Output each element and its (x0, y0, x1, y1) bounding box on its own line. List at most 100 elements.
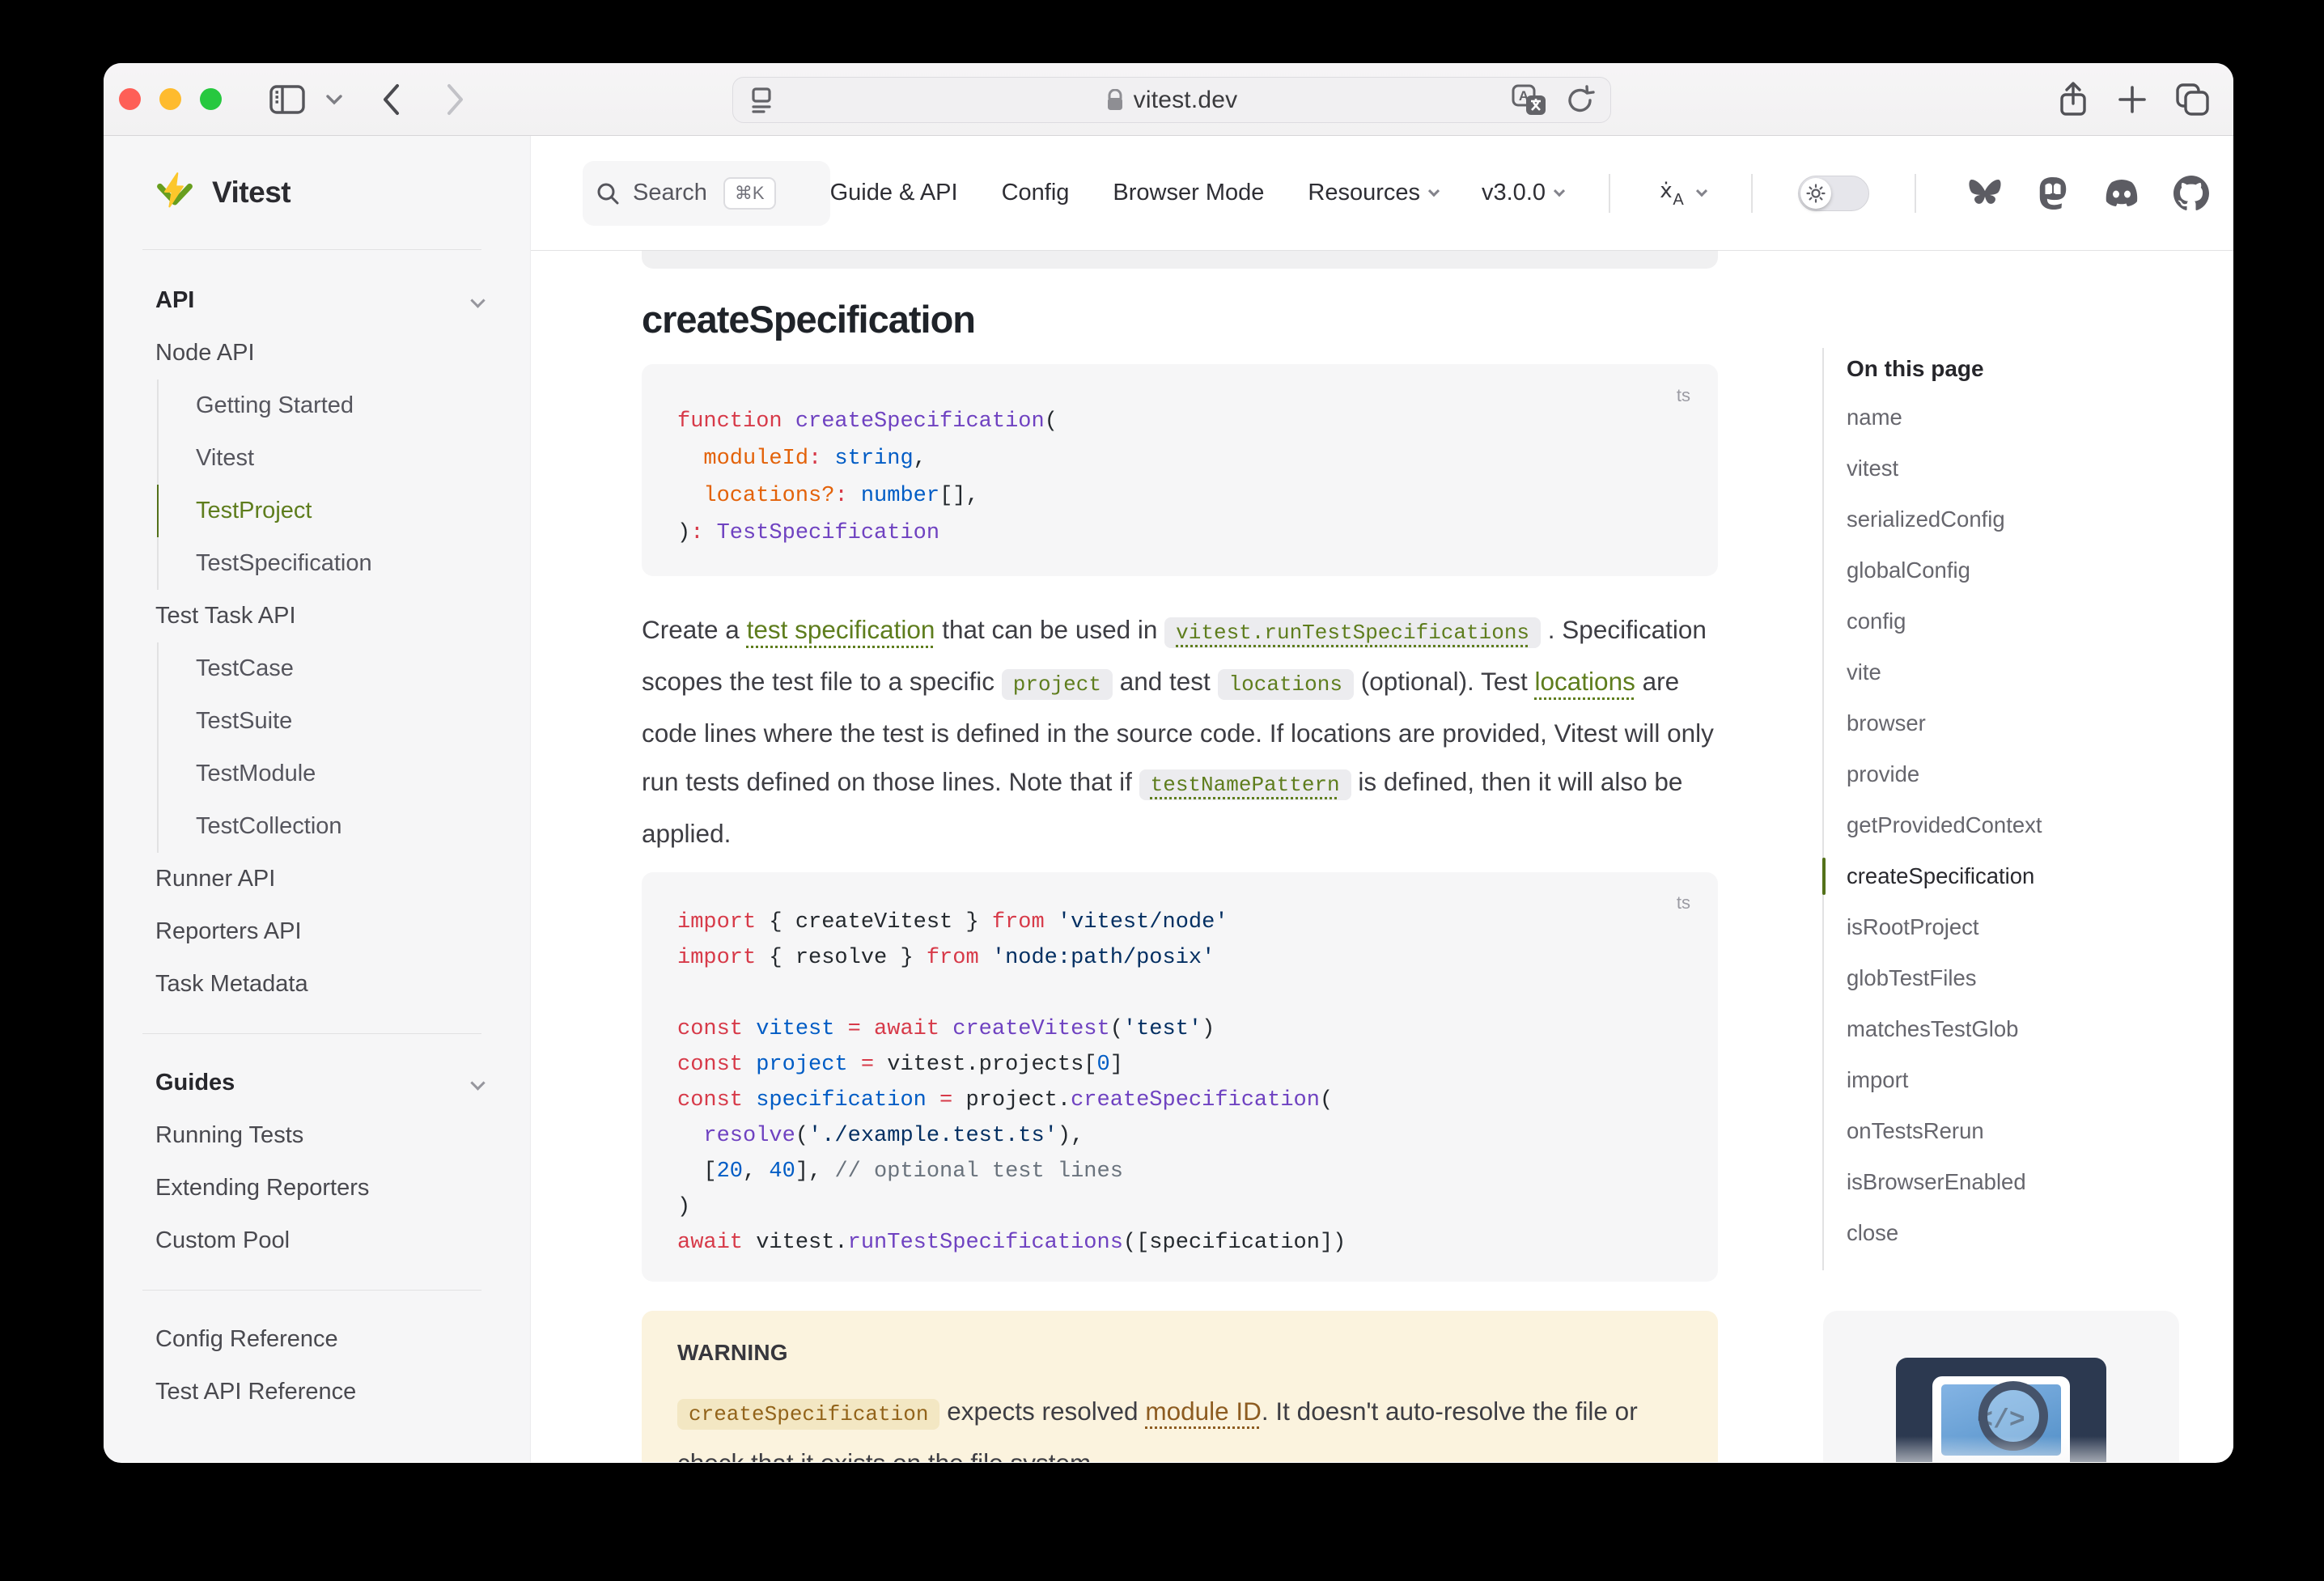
sidebar-item-extending-reporters[interactable]: Extending Reporters (104, 1162, 530, 1214)
outline-item-import[interactable]: import (1822, 1054, 2195, 1105)
sidebar-item-testmodule[interactable]: TestModule (157, 748, 530, 800)
sun-icon (1806, 184, 1826, 203)
outline-item-close[interactable]: close (1822, 1207, 2195, 1258)
sidebar-item-running-tests[interactable]: Running Tests (104, 1109, 530, 1162)
outline-item-serializedconfig[interactable]: serializedConfig (1822, 494, 2195, 545)
code-token: = (848, 1053, 874, 1077)
sidebar-item-getting-started[interactable]: Getting Started (157, 379, 530, 432)
sidebar-item-vitest[interactable]: Vitest (157, 432, 530, 485)
inline-link-test-specification[interactable]: test specification (747, 615, 935, 644)
new-tab-icon[interactable] (2116, 83, 2148, 116)
code-block-signature[interactable]: ts function createSpecification( moduleI… (642, 364, 1718, 576)
sidebar-item-testcollection[interactable]: TestCollection (157, 800, 530, 853)
sidebar-item-testcase[interactable]: TestCase (157, 642, 530, 695)
sidebar-item-testspecification[interactable]: TestSpecification (157, 537, 530, 590)
outline-item-isrootproject[interactable]: isRootProject (1822, 901, 2195, 952)
sidebar-item-testsuite[interactable]: TestSuite (157, 695, 530, 748)
sidebar-toggle-icon[interactable] (269, 83, 306, 116)
sidebar-item-label: Test API Reference (155, 1379, 356, 1405)
lock-icon (1106, 89, 1124, 112)
outline-item-vite[interactable]: vite (1822, 646, 2195, 697)
description-paragraph: Create a test specification that can be … (642, 605, 1718, 858)
outline-item-name[interactable]: name (1822, 392, 2195, 443)
tab-overview-icon[interactable] (2175, 83, 2211, 117)
text-segment: (optional). Test (1354, 667, 1535, 696)
sidebar-item-custom-pool[interactable]: Custom Pool (104, 1214, 530, 1267)
nav-item-resources[interactable]: Resources (1308, 180, 1438, 206)
sidebar-item-test-task-api[interactable]: Test Task API (104, 590, 530, 642)
outline-item-config[interactable]: config (1822, 596, 2195, 646)
outline-panel: On this page namevitestserializedConfigg… (1822, 251, 2195, 1258)
code-token: [], (939, 484, 979, 508)
outline-item-getprovidedcontext[interactable]: getProvidedContext (1822, 799, 2195, 850)
outline-item-createspecification[interactable]: createSpecification (1822, 850, 2195, 901)
page-body: createSpecification ts function createSp… (531, 251, 2233, 1462)
outline-item-isbrowserenabled[interactable]: isBrowserEnabled (1822, 1156, 2195, 1207)
inline-link-locations[interactable]: locations (1535, 667, 1635, 696)
chevron-down-icon[interactable] (325, 94, 343, 105)
outline-item-browser[interactable]: browser (1822, 697, 2195, 748)
zoom-window-button[interactable] (200, 88, 222, 110)
inline-link-vitest-runtestspecifications[interactable]: vitest.runTestSpecifications (1164, 617, 1541, 648)
traffic-lights (119, 88, 222, 110)
nav-item-config[interactable]: Config (1002, 180, 1070, 206)
discord-icon[interactable] (2102, 177, 2141, 210)
code-token: 'vitest/node' (1058, 910, 1228, 935)
outline-item-provide[interactable]: provide (1822, 748, 2195, 799)
nav-item-v3-0-0[interactable]: v3.0.0 (1482, 180, 1563, 206)
sponsor-card[interactable]: </> (1823, 1311, 2179, 1462)
code-token: = (927, 1088, 952, 1113)
sidebar-item-test-api-reference[interactable]: Test API Reference (104, 1366, 530, 1418)
chevron-down-icon (1696, 185, 1707, 197)
code-line: const project = vitest.projects[0] (677, 1047, 1682, 1083)
sidebar-item-testproject[interactable]: TestProject (157, 485, 530, 537)
address-bar[interactable]: vitest.dev A (732, 77, 1611, 123)
reload-icon[interactable] (1565, 84, 1596, 117)
code-token (677, 484, 703, 508)
sidebar-item-config-reference[interactable]: Config Reference (104, 1313, 530, 1366)
translate-icon[interactable]: A (1512, 84, 1547, 117)
sidebar-item-guides[interactable]: Guides (104, 1057, 530, 1109)
mastodon-icon[interactable] (2036, 176, 2070, 211)
github-icon[interactable] (2173, 176, 2209, 211)
code-block-example[interactable]: ts import { createVitest } from 'vitest/… (642, 872, 1718, 1282)
sidebar-item-task-metadata[interactable]: Task Metadata (104, 958, 530, 1011)
code-token: project (743, 1053, 848, 1077)
theme-toggle[interactable] (1798, 176, 1869, 211)
code-token: vitest.projects[ (874, 1053, 1096, 1077)
outline-item-globalconfig[interactable]: globalConfig (1822, 545, 2195, 596)
outline-item-vitest[interactable]: vitest (1822, 443, 2195, 494)
sidebar-item-label: Running Tests (155, 1122, 303, 1148)
outline-item-matchestestglob[interactable]: matchesTestGlob (1822, 1003, 2195, 1054)
sidebar-item-api[interactable]: API (104, 274, 530, 327)
outline-item-ontestsrerun[interactable]: onTestsRerun (1822, 1105, 2195, 1156)
outline-item-globtestfiles[interactable]: globTestFiles (1822, 952, 2195, 1003)
nav-item-guide-api[interactable]: Guide & API (830, 180, 958, 206)
code-token: , (743, 1159, 769, 1184)
code-token: './example.test.ts' (808, 1124, 1058, 1148)
language-menu[interactable]: ẋ A (1656, 177, 1706, 210)
sidebar-item-label: Extending Reporters (155, 1175, 369, 1201)
back-icon[interactable] (380, 83, 401, 117)
nav-item-browser-mode[interactable]: Browser Mode (1113, 180, 1264, 206)
theme-toggle-knob (1800, 178, 1831, 209)
close-window-button[interactable] (119, 88, 141, 110)
sidebar-item-runner-api[interactable]: Runner API (104, 853, 530, 905)
code-token: ( (1110, 1017, 1123, 1041)
inline-link-testnamepattern[interactable]: testNamePattern (1139, 769, 1351, 800)
sidebar-item-label: Custom Pool (155, 1227, 290, 1253)
sidebar-item-reporters-api[interactable]: Reporters API (104, 905, 530, 958)
vitest-logo[interactable]: Vitest (104, 136, 530, 249)
code-token: , (914, 447, 927, 471)
inline-link-module-id[interactable]: module ID (1145, 1397, 1262, 1426)
share-icon[interactable] (2057, 81, 2089, 118)
sidebar-item-node-api[interactable]: Node API (104, 327, 530, 379)
bluesky-icon[interactable] (1966, 176, 2004, 210)
site-title: Vitest (212, 176, 290, 210)
translate-icon: ẋ A (1656, 177, 1688, 210)
previous-code-block-tail (642, 251, 1718, 269)
search-button[interactable]: Search ⌘K (583, 161, 830, 226)
reader-icon[interactable] (748, 84, 775, 117)
forward-icon[interactable] (445, 83, 466, 117)
minimize-window-button[interactable] (159, 88, 181, 110)
